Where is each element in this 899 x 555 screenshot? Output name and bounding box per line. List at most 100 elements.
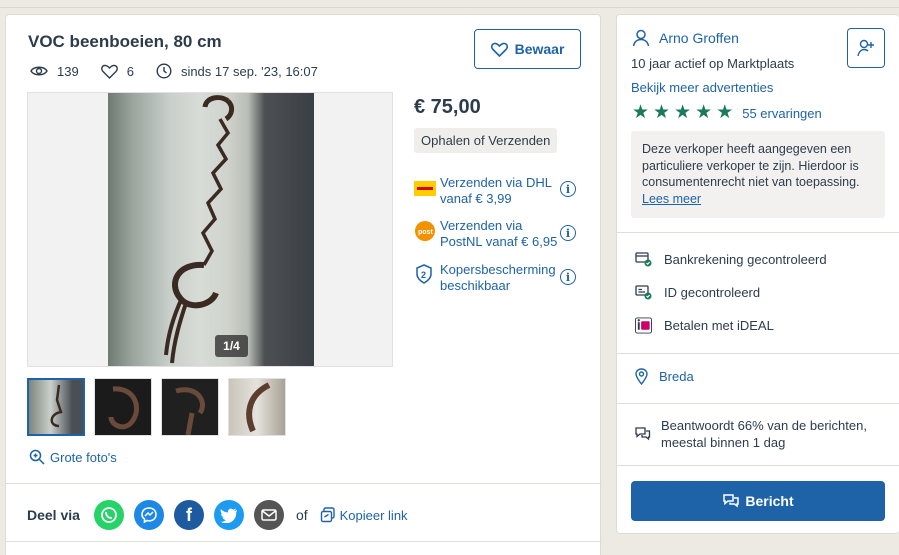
follow-seller-button[interactable] (847, 28, 885, 68)
top-strip (0, 0, 899, 8)
messenger-icon (141, 507, 157, 524)
info-icon[interactable]: i (560, 225, 576, 241)
feature-label: Betalen met iDEAL (664, 318, 774, 333)
listing-stats: 139 6 sinds 17 sep. '23, 16:07 (30, 63, 340, 79)
thumbnail[interactable] (27, 378, 85, 436)
ideal-logo-icon (635, 317, 652, 334)
shipping-option-dhl[interactable]: Verzenden via DHL vanaf € 3,99 (414, 175, 552, 207)
feature-ideal: Betalen met iDEAL (635, 317, 774, 334)
share-row: Deel via f of Kopieer link (27, 500, 408, 530)
save-label: Bewaar (514, 41, 565, 57)
more-ads-link[interactable]: Bekijk meer advertenties (631, 80, 773, 95)
shipping-line2: vanaf € 3,99 (440, 191, 512, 206)
svg-text:2: 2 (421, 270, 426, 280)
main-photo[interactable]: 1/4 (27, 92, 393, 367)
section-divider (6, 541, 602, 542)
save-button[interactable]: Bewaar (474, 29, 581, 69)
seller-card: Arno Groffen 10 jaar actief op Marktplaa… (616, 14, 899, 534)
thumbnail[interactable] (94, 378, 152, 436)
feature-label: Bankrekening gecontroleerd (664, 251, 827, 267)
whatsapp-icon (101, 507, 117, 523)
thumbnail[interactable] (228, 378, 286, 436)
reply-line1: Beantwoordt 66% van de berichten, (661, 418, 867, 433)
user-plus-icon (857, 39, 874, 57)
shipping-line2: PostNL vanaf € 6,95 (440, 234, 558, 249)
mail-icon (261, 509, 277, 521)
svg-text:post: post (418, 229, 433, 236)
section-divider (617, 353, 899, 354)
views-count: 139 (57, 63, 79, 79)
reviews-link[interactable]: 55 ervaringen (742, 106, 822, 121)
message-label: Bericht (745, 493, 794, 509)
zoom-icon (29, 449, 45, 465)
postnl-logo-icon: post (414, 220, 436, 246)
buyer-protection[interactable]: 2 Kopersbescherming beschikbaar (414, 262, 556, 294)
chain-illustration (164, 95, 235, 364)
whatsapp-share-button[interactable] (93, 500, 124, 530)
facebook-icon: f (185, 504, 192, 525)
star-icon: ★ (653, 102, 671, 123)
feature-id-verified: ID gecontroleerd (635, 284, 760, 300)
feature-bank-verified: Bankrekening gecontroleerd (635, 251, 827, 267)
big-photos-link[interactable]: Grote foto's (29, 449, 117, 465)
email-share-button[interactable] (253, 500, 284, 530)
read-more-link[interactable]: Lees meer (642, 192, 701, 206)
notice-text: Deze verkoper heeft aangegeven een parti… (642, 142, 860, 189)
section-divider (617, 465, 899, 466)
thumbnail[interactable] (161, 378, 219, 436)
clock-icon (156, 63, 172, 79)
section-divider (6, 483, 602, 484)
reply-rate: Beantwoordt 66% van de berichten, meesta… (634, 417, 867, 451)
seller-name: Arno Groffen (659, 30, 739, 46)
heart-icon (100, 64, 118, 79)
chat-icon (723, 494, 740, 508)
facebook-share-button[interactable]: f (173, 500, 204, 530)
info-icon[interactable]: i (560, 269, 576, 285)
seller-name-link[interactable]: Arno Groffen (632, 29, 739, 47)
seller-location-link[interactable]: Breda (635, 368, 694, 385)
star-icon: ★ (674, 102, 692, 123)
message-button[interactable]: Bericht (631, 481, 885, 521)
heart-icon (490, 42, 508, 57)
big-photos-label: Grote foto's (50, 449, 117, 465)
shipping-line1: Kopersbescherming (440, 262, 556, 277)
copy-link-button[interactable]: Kopieer link (320, 507, 408, 523)
feature-label: ID gecontroleerd (664, 284, 761, 300)
delivery-method: Ophalen of Verzenden (414, 128, 558, 153)
reply-line2: meestal binnen 1 dag (661, 435, 786, 450)
since-date: sinds 17 sep. '23, 16:07 (180, 63, 318, 79)
star-icon: ★ (632, 102, 650, 123)
twitter-icon (220, 508, 237, 523)
seller-rating: ★ ★ ★ ★ ★ 55 ervaringen (632, 102, 822, 123)
user-icon (632, 29, 650, 47)
shipping-line1: Verzenden via (440, 218, 523, 233)
info-icon[interactable]: i (560, 181, 576, 197)
section-divider (617, 403, 899, 404)
dhl-logo-icon (414, 177, 436, 203)
id-check-icon (635, 284, 652, 300)
star-icon: ★ (716, 102, 734, 123)
favorites-count: 6 (126, 63, 134, 79)
private-seller-notice: Deze verkoper heeft aangegeven een parti… (631, 131, 885, 218)
location-pin-icon (635, 368, 648, 385)
shipping-line1: Verzenden via DHL (440, 175, 553, 190)
star-icon: ★ (695, 102, 713, 123)
thumbnail-strip (27, 378, 295, 436)
chat-bubbles-icon (635, 427, 651, 441)
twitter-share-button[interactable] (213, 500, 244, 530)
location-label: Breda (659, 369, 694, 384)
seller-active-since: 10 jaar actief op Marktplaats (631, 56, 795, 71)
copy-link-label: Kopieer link (339, 507, 408, 523)
favorites-stat: 6 (100, 63, 134, 79)
photo-counter: 1/4 (215, 335, 248, 357)
shipping-line2: beschikbaar (440, 278, 511, 293)
or-label: of (295, 507, 308, 523)
copy-link-icon (320, 507, 335, 523)
messenger-share-button[interactable] (133, 500, 164, 530)
price: € 75,00 (414, 96, 481, 118)
section-divider (617, 232, 899, 233)
shackles-photo (108, 93, 314, 366)
bank-check-icon (635, 251, 652, 267)
eye-icon (30, 66, 48, 76)
shipping-option-postnl[interactable]: post Verzenden via PostNL vanaf € 6,95 (414, 218, 557, 250)
